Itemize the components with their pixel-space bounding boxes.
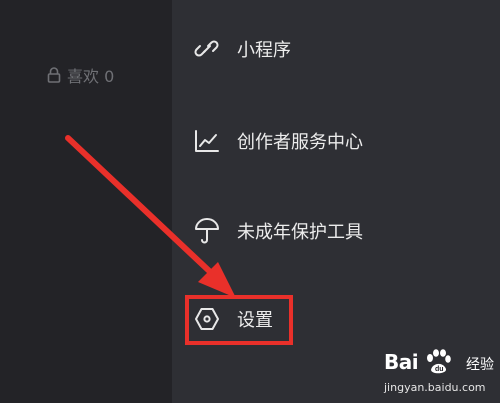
red-arrow-annotation [65, 135, 236, 298]
baidu-du-text: du [435, 366, 444, 373]
baidu-logo-text: Bai [384, 350, 419, 374]
baidu-paw-icon: du [424, 349, 452, 379]
jingyan-label: 经验 [466, 357, 494, 373]
watermark-url: jingyan.baidu.com [384, 381, 486, 394]
baidu-jingyan-watermark: Bai du 经验 jingyan.baidu.com [382, 346, 500, 403]
